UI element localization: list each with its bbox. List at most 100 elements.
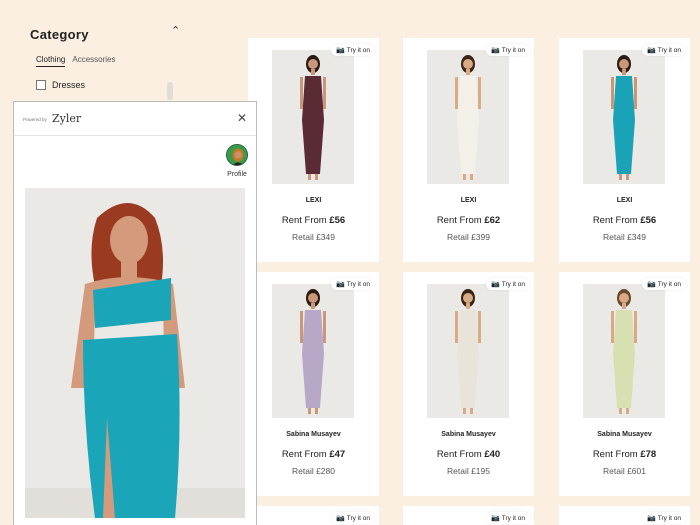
profile-label[interactable]: Profile <box>222 171 252 178</box>
rent-prefix: Rent From <box>592 449 641 460</box>
rent-prefix: Rent From <box>281 449 330 460</box>
dress-shape <box>613 76 635 174</box>
arm-left <box>455 77 458 109</box>
product-model-figure <box>427 284 509 418</box>
camera-icon: 📷 <box>647 47 656 54</box>
product-card[interactable]: 📷 Try it on <box>559 506 690 525</box>
product-image[interactable] <box>272 50 354 184</box>
product-card[interactable]: 📷 Try it on Sabina Musayev Rent From £47 Ret… <box>248 272 379 496</box>
product-rent-price: Rent From £47 <box>248 449 379 460</box>
try-it-on-label: Try it on <box>657 46 681 54</box>
neck-shape <box>466 69 470 75</box>
leg-right <box>315 408 318 414</box>
leg-left <box>619 174 622 180</box>
sidebar-scrollbar[interactable] <box>167 82 173 100</box>
rent-prefix: Rent From <box>436 449 485 460</box>
profile-avatar[interactable] <box>226 144 248 166</box>
chevron-up-icon[interactable]: ⌃ <box>171 24 180 37</box>
neck-shape <box>311 69 315 75</box>
product-image[interactable] <box>427 284 509 418</box>
neck-shape <box>466 303 470 309</box>
leg-left <box>308 174 311 180</box>
try-it-on-button[interactable]: 📷 Try it on <box>486 44 530 56</box>
product-rent-price: Rent From £56 <box>248 215 379 226</box>
product-card[interactable]: 📷 Try it on <box>248 506 379 525</box>
camera-icon: 📷 <box>647 281 656 288</box>
tab-clothing[interactable]: Clothing <box>36 55 66 67</box>
product-card[interactable]: 📷 Try it on Sabina Musayev Rent From £40 Ret… <box>403 272 534 496</box>
neck-shape <box>622 69 626 75</box>
product-card[interactable]: 📷 Try it on LEXI Rent From £62 Retail £399 <box>403 38 534 262</box>
try-it-on-label: Try it on <box>346 280 370 288</box>
leg-right <box>470 408 473 414</box>
product-brand: Sabina Musayev <box>286 431 341 438</box>
product-brand: LEXI <box>616 197 633 204</box>
product-rent-price: Rent From £40 <box>403 449 534 460</box>
powered-by-label: Powered by <box>23 117 47 122</box>
neck-shape <box>311 303 315 309</box>
leg-right <box>626 174 629 180</box>
neck-shape <box>622 303 626 309</box>
arm-right <box>478 77 481 109</box>
zyler-logo: Zyler <box>52 112 82 125</box>
try-it-on-button[interactable]: 📷 Try it on <box>331 512 375 524</box>
product-image[interactable] <box>583 284 665 418</box>
camera-icon: 📷 <box>647 515 656 522</box>
dresses-checkbox[interactable] <box>36 80 46 90</box>
try-it-on-button[interactable]: 📷 Try it on <box>486 278 530 290</box>
leg-right <box>315 174 318 180</box>
leg-right <box>626 408 629 414</box>
leg-left <box>619 408 622 414</box>
tab-accessories[interactable]: Accessories <box>72 55 115 67</box>
product-retail-price: Retail £349 <box>602 232 646 242</box>
product-card[interactable]: 📷 Try it on Sabina Musayev Rent From £78 Ret… <box>559 272 690 496</box>
product-model-figure <box>583 284 665 418</box>
arm-right <box>323 311 326 343</box>
camera-icon: 📷 <box>336 515 345 522</box>
face-shape <box>308 59 318 69</box>
try-it-on-label: Try it on <box>501 280 525 288</box>
try-it-on-button[interactable]: 📷 Try it on <box>642 44 686 56</box>
rent-prefix: Rent From <box>436 215 485 226</box>
arm-left <box>455 311 458 343</box>
filter-option-label: Dresses <box>52 80 86 90</box>
rent-amount: £40 <box>484 449 501 460</box>
product-card[interactable]: 📷 Try it on LEXI Rent From £56 Retail £349 <box>559 38 690 262</box>
model-skirt <box>83 334 180 518</box>
rent-amount: £78 <box>640 449 657 460</box>
try-it-on-label: Try it on <box>657 514 681 522</box>
product-image[interactable] <box>583 50 665 184</box>
rent-amount: £47 <box>329 449 346 460</box>
tryon-preview-image <box>25 188 245 518</box>
product-card[interactable]: 📷 Try it on LEXI Rent From £56 Retail £349 <box>248 38 379 262</box>
rent-prefix: Rent From <box>592 215 641 226</box>
dress-shape <box>457 310 479 408</box>
leg-right <box>470 174 473 180</box>
model-face <box>110 216 148 264</box>
dress-shape <box>613 310 635 408</box>
product-model-figure <box>427 50 509 184</box>
face-shape <box>619 59 629 69</box>
product-model-figure <box>272 284 354 418</box>
product-image[interactable] <box>427 50 509 184</box>
try-it-on-button[interactable]: 📷 Try it on <box>486 512 530 524</box>
try-it-on-button[interactable]: 📷 Try it on <box>642 278 686 290</box>
face-shape <box>463 293 473 303</box>
leg-left <box>463 174 466 180</box>
product-retail-price: Retail £195 <box>446 466 490 476</box>
product-card[interactable]: 📷 Try it on <box>403 506 534 525</box>
try-it-on-button[interactable]: 📷 Try it on <box>331 278 375 290</box>
face-shape <box>619 293 629 303</box>
product-retail-price: Retail £280 <box>291 466 335 476</box>
product-image[interactable] <box>272 284 354 418</box>
close-icon[interactable]: ✕ <box>237 111 247 125</box>
try-it-on-button[interactable]: 📷 Try it on <box>642 512 686 524</box>
leg-left <box>308 408 311 414</box>
product-retail-price: Retail £349 <box>291 232 335 242</box>
try-it-on-button[interactable]: 📷 Try it on <box>331 44 375 56</box>
filter-option-dresses[interactable]: Dresses <box>36 80 85 90</box>
face-shape <box>463 59 473 69</box>
rent-prefix: Rent From <box>281 215 330 226</box>
dress-shape <box>302 76 324 174</box>
try-it-on-label: Try it on <box>346 514 370 522</box>
